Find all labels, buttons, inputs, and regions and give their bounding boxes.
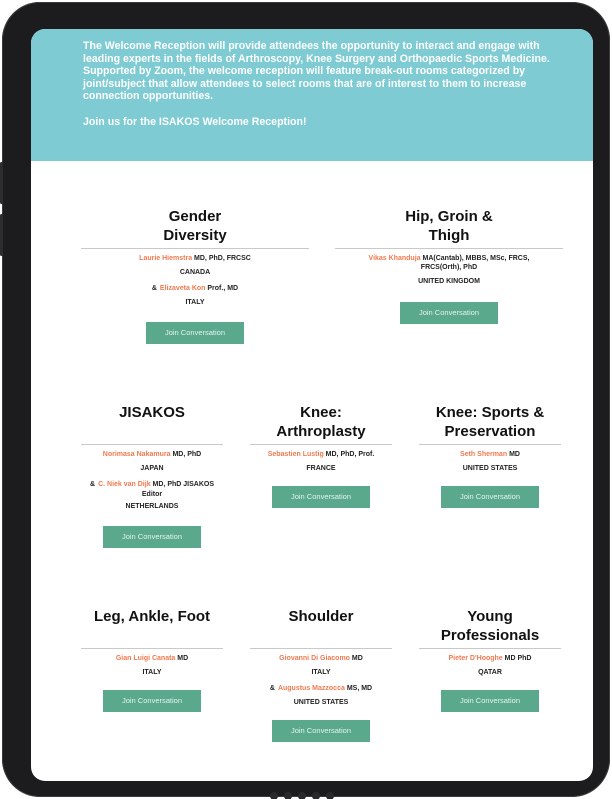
- attendee-country: FRANCE: [306, 465, 336, 472]
- page-dot: [326, 792, 334, 799]
- room-card-knee-sports-preservation: Knee: Sports & Preservation Seth Sherman…: [419, 403, 561, 508]
- attendee-name[interactable]: Elizaveta Kon: [160, 285, 206, 292]
- attendee-name[interactable]: C. Niek van Dijk: [98, 481, 151, 488]
- attendee-country: UNITED STATES: [293, 699, 349, 706]
- attendee-name[interactable]: Sebastien Lustig: [268, 451, 324, 458]
- banner-intro: The Welcome Reception will provide atten…: [83, 40, 550, 103]
- attendee-country: UNITED STATES: [462, 465, 518, 472]
- room-card-shoulder: Shoulder Giovanni Di Giacomo MD ITALY & A…: [250, 607, 392, 742]
- room-title: JISAKOS: [81, 403, 223, 445]
- attendee-country: UNITED KINGDOM: [418, 278, 480, 285]
- attendee-note: Editor: [141, 491, 163, 498]
- attendee-line: & Augustus Mazzocca MS, MD: [250, 684, 392, 693]
- room-title: Hip, Groin & Thigh: [335, 207, 563, 249]
- page-dot: [284, 792, 292, 799]
- attendee-line: Norimasa Nakamura MD, PhD: [81, 450, 223, 459]
- attendee-credentials: MS, MD: [346, 685, 373, 692]
- attendee-line: Giovanni Di Giacomo MD: [250, 654, 392, 663]
- room-title: Knee: Arthroplasty: [250, 403, 392, 445]
- attendee-credentials: MD, PhD: [172, 451, 202, 458]
- attendee-credentials: MD: [351, 655, 363, 662]
- room-title: Knee: Sports & Preservation: [419, 403, 561, 445]
- page-dot: [312, 792, 320, 799]
- page-dot: [270, 792, 278, 799]
- join-conversation-button[interactable]: Join Conversation: [441, 690, 539, 712]
- room-title: Shoulder: [250, 607, 392, 649]
- volume-button: [0, 214, 3, 256]
- room-title: Young Professionals: [419, 607, 561, 649]
- attendee-credentials: MD: [509, 451, 520, 458]
- room-title: Gender Diversity: [81, 207, 309, 249]
- page-indicator: [270, 787, 340, 799]
- attendee-country: JAPAN: [140, 465, 164, 472]
- attendee-country: NETHERLANDS: [125, 503, 179, 510]
- join-conversation-button[interactable]: Join Conversation: [272, 486, 370, 508]
- tablet-frame: The Welcome Reception will provide atten…: [0, 2, 610, 799]
- attendee-credentials: MD, PhD, FRCSC: [194, 255, 251, 262]
- welcome-banner: The Welcome Reception will provide atten…: [31, 29, 593, 161]
- attendee-credentials: Prof., MD: [207, 285, 239, 292]
- join-conversation-button[interactable]: Join Conversation: [146, 322, 244, 344]
- banner-join-text: Join us for the ISAKOS Welcome Reception…: [83, 115, 307, 128]
- attendee-credentials: MD: [177, 655, 189, 662]
- attendee-line: Vikas Khanduja MA(Cantab), MBBS, MSc, FR…: [335, 254, 563, 272]
- attendee-credentials: MA(Cantab), MBBS, MSc, FRCS, FRCS(Orth),…: [420, 255, 530, 271]
- join-conversation-button[interactable]: Join Conversation: [103, 690, 201, 712]
- attendee-line: Pieter D'Hooghe MD PhD: [419, 654, 561, 663]
- ampersand: &: [151, 285, 157, 292]
- room-card-hip-groin-thigh: Hip, Groin & Thigh Vikas Khanduja MA(Can…: [335, 207, 563, 324]
- attendee-country: ITALY: [311, 669, 331, 676]
- attendee-name[interactable]: Giovanni Di Giacomo: [279, 655, 350, 662]
- attendee-name[interactable]: Seth Sherman: [460, 451, 507, 458]
- attendee-name[interactable]: Augustus Mazzocca: [278, 685, 345, 692]
- join-conversation-button[interactable]: Join Conversation: [441, 486, 539, 508]
- attendee-credentials: MD, PhD, Prof.: [325, 451, 375, 458]
- attendee-line: & C. Niek van Dijk MD, PhD JISAKOS: [81, 480, 223, 489]
- ampersand: &: [269, 685, 275, 692]
- attendee-name[interactable]: Vikas Khanduja: [369, 255, 421, 262]
- room-card-leg-ankle-foot: Leg, Ankle, Foot Gian Luigi Canata MD IT…: [81, 607, 223, 712]
- volume-button: [0, 162, 3, 204]
- page-dot: [298, 792, 306, 799]
- join-conversation-button[interactable]: Join Conversation: [400, 302, 498, 324]
- attendee-country: CANADA: [179, 269, 211, 276]
- attendee-name[interactable]: Norimasa Nakamura: [103, 451, 171, 458]
- attendee-line: Seth Sherman MD: [419, 450, 561, 459]
- screen: The Welcome Reception will provide atten…: [31, 29, 593, 781]
- attendee-line: & Elizaveta Kon Prof., MD: [81, 284, 309, 293]
- attendee-line: Laurie Hiemstra MD, PhD, FRCSC: [81, 254, 309, 263]
- attendee-country: ITALY: [142, 669, 162, 676]
- room-card-jisakos: JISAKOS Norimasa Nakamura MD, PhD JAPAN …: [81, 403, 223, 548]
- join-conversation-button[interactable]: Join Conversation: [272, 720, 370, 742]
- room-card-young-professionals: Young Professionals Pieter D'Hooghe MD P…: [419, 607, 561, 712]
- room-title: Leg, Ankle, Foot: [81, 607, 223, 649]
- attendee-name[interactable]: Laurie Hiemstra: [139, 255, 192, 262]
- attendee-country: ITALY: [185, 299, 205, 306]
- room-card-gender-diversity: Gender Diversity Laurie Hiemstra MD, PhD…: [81, 207, 309, 344]
- room-card-knee-arthroplasty: Knee: Arthroplasty Sebastien Lustig MD, …: [250, 403, 392, 508]
- join-conversation-button[interactable]: Join Conversation: [103, 526, 201, 548]
- attendee-name[interactable]: Pieter D'Hooghe: [449, 655, 503, 662]
- attendee-country: QATAR: [478, 669, 502, 676]
- attendee-line: Sebastien Lustig MD, PhD, Prof.: [250, 450, 392, 459]
- attendee-line: Gian Luigi Canata MD: [81, 654, 223, 663]
- attendee-name[interactable]: Gian Luigi Canata: [116, 655, 176, 662]
- ampersand: &: [90, 481, 96, 488]
- attendee-credentials: MD, PhD JISAKOS: [152, 481, 214, 488]
- attendee-credentials: MD PhD: [504, 655, 532, 662]
